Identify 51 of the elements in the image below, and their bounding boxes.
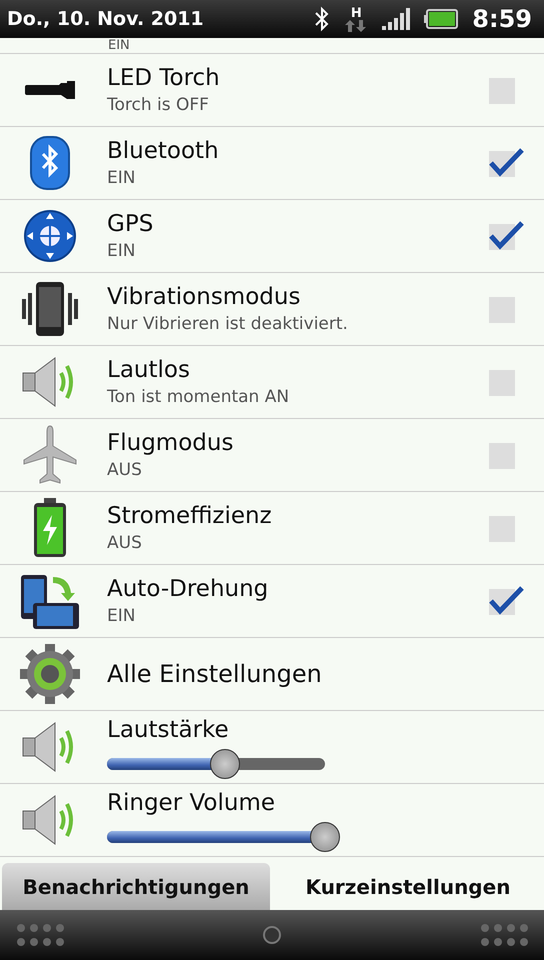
settings-row[interactable]: Lautstärke bbox=[0, 711, 544, 784]
bluetooth-icon bbox=[314, 6, 330, 32]
settings-row[interactable]: Auto-Drehung EIN bbox=[0, 565, 544, 638]
row-title: Flugmodus bbox=[107, 429, 234, 458]
settings-row[interactable]: Stromeffizienz AUS bbox=[0, 492, 544, 565]
row-subtitle: Torch is OFF bbox=[107, 94, 210, 117]
row-title: LED Torch bbox=[107, 64, 221, 93]
settings-row[interactable]: Vibrationsmodus Nur Vibrieren ist deaktiviert. bbox=[0, 273, 544, 346]
row-subtitle: EIN bbox=[107, 167, 136, 190]
row-title: Vibrationsmodus bbox=[107, 283, 302, 312]
data-arrows-icon bbox=[344, 20, 368, 32]
row-title: GPS bbox=[107, 210, 154, 239]
slider-thumb[interactable] bbox=[310, 822, 340, 852]
gear-icon bbox=[19, 643, 81, 705]
bluetooth-icon bbox=[30, 136, 70, 190]
row-title: Ringer Volume bbox=[107, 789, 276, 818]
grip-icon bbox=[480, 923, 528, 947]
vibrating-phone-icon bbox=[20, 281, 80, 337]
settings-row[interactable]: Flugmodus AUS bbox=[0, 419, 544, 492]
row-subtitle: AUS bbox=[107, 532, 143, 555]
settings-row[interactable]: Lautlos Ton ist momentan AN bbox=[0, 346, 544, 419]
airplane-icon bbox=[22, 424, 78, 486]
battery-icon bbox=[424, 9, 458, 29]
torch-icon bbox=[23, 80, 77, 100]
row-subtitle: EIN bbox=[108, 39, 130, 53]
home-dot-icon bbox=[262, 925, 282, 945]
settings-row[interactable]: Alle Einstellungen bbox=[0, 638, 544, 711]
row-title: Bluetooth bbox=[107, 137, 220, 166]
settings-row[interactable]: GPS EIN bbox=[0, 200, 544, 273]
signal-icon bbox=[382, 8, 410, 30]
row-title: Auto-Drehung bbox=[107, 575, 270, 604]
battery-icon bbox=[32, 497, 68, 559]
row-subtitle: Nur Vibrieren ist deaktiviert. bbox=[107, 313, 349, 336]
row-title: Stromeffizienz bbox=[107, 502, 273, 531]
settings-row[interactable]: LED Torch Torch is OFF bbox=[0, 54, 544, 127]
settings-row[interactable]: Bluetooth EIN bbox=[0, 127, 544, 200]
row-subtitle: AUS bbox=[107, 459, 143, 482]
row-subtitle: EIN bbox=[107, 605, 136, 628]
tab[interactable]: Benachrichtigungen bbox=[2, 863, 270, 910]
status-date: Do., 10. Nov. 2011 bbox=[7, 8, 204, 30]
slider-thumb[interactable] bbox=[210, 749, 240, 779]
row-title: Lautstärke bbox=[107, 716, 230, 745]
row-subtitle: Ton ist momentan AN bbox=[107, 386, 290, 409]
row-subtitle: EIN bbox=[107, 240, 136, 263]
row-title: Lautlos bbox=[107, 356, 191, 385]
network-type: H bbox=[350, 6, 362, 20]
status-time: 8:59 bbox=[472, 5, 532, 33]
gps-icon bbox=[23, 209, 77, 263]
row-title: Alle Einstellungen bbox=[107, 659, 323, 689]
grip-icon bbox=[16, 923, 64, 947]
settings-row[interactable]: Ringer Volume bbox=[0, 784, 544, 857]
